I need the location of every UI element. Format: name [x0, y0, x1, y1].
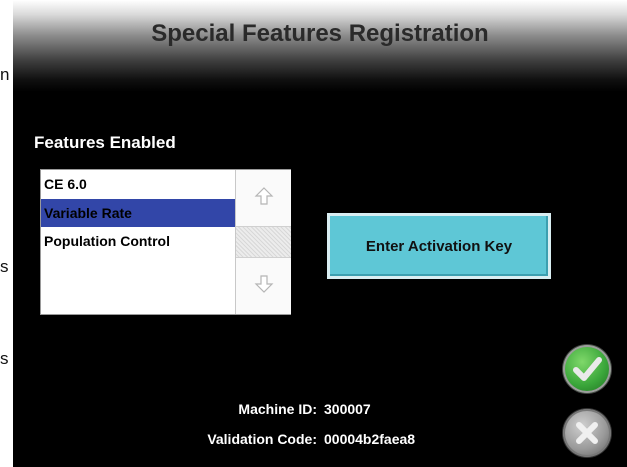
list-item-variable-rate[interactable]: Variable Rate — [41, 199, 235, 227]
page-title: Special Features Registration — [151, 20, 489, 47]
edge-fragment-1: n — [0, 66, 10, 83]
validation-code-value: 00004b2faea8 — [324, 431, 416, 447]
scroll-up-button[interactable] — [236, 170, 291, 227]
validation-code-label: Validation Code: — [207, 431, 317, 447]
scroll-down-button[interactable] — [236, 257, 291, 314]
features-list[interactable]: CE 6.0 Variable Rate Population Control — [40, 169, 291, 315]
features-list-items: CE 6.0 Variable Rate Population Control — [41, 170, 235, 314]
edge-fragment-2: s — [0, 258, 9, 275]
arrow-up-icon — [254, 186, 274, 211]
ok-button[interactable] — [563, 345, 611, 393]
cancel-button[interactable] — [563, 409, 611, 457]
list-item-population-control[interactable]: Population Control — [41, 227, 235, 255]
edge-fragment-3: s — [0, 350, 9, 367]
list-item-ce[interactable]: CE 6.0 — [41, 170, 235, 199]
machine-id-label: Machine ID: — [238, 401, 317, 417]
features-enabled-label: Features Enabled — [34, 133, 176, 152]
registration-screen: Special Features Registration Features E… — [13, 0, 627, 467]
arrow-down-icon — [254, 274, 274, 299]
machine-id-value: 300007 — [324, 401, 371, 417]
features-scrollbar[interactable] — [235, 170, 291, 314]
enter-activation-key-button[interactable]: Enter Activation Key — [327, 213, 551, 279]
scroll-thumb[interactable] — [236, 227, 291, 259]
title-bar: Special Features Registration — [13, 0, 627, 92]
